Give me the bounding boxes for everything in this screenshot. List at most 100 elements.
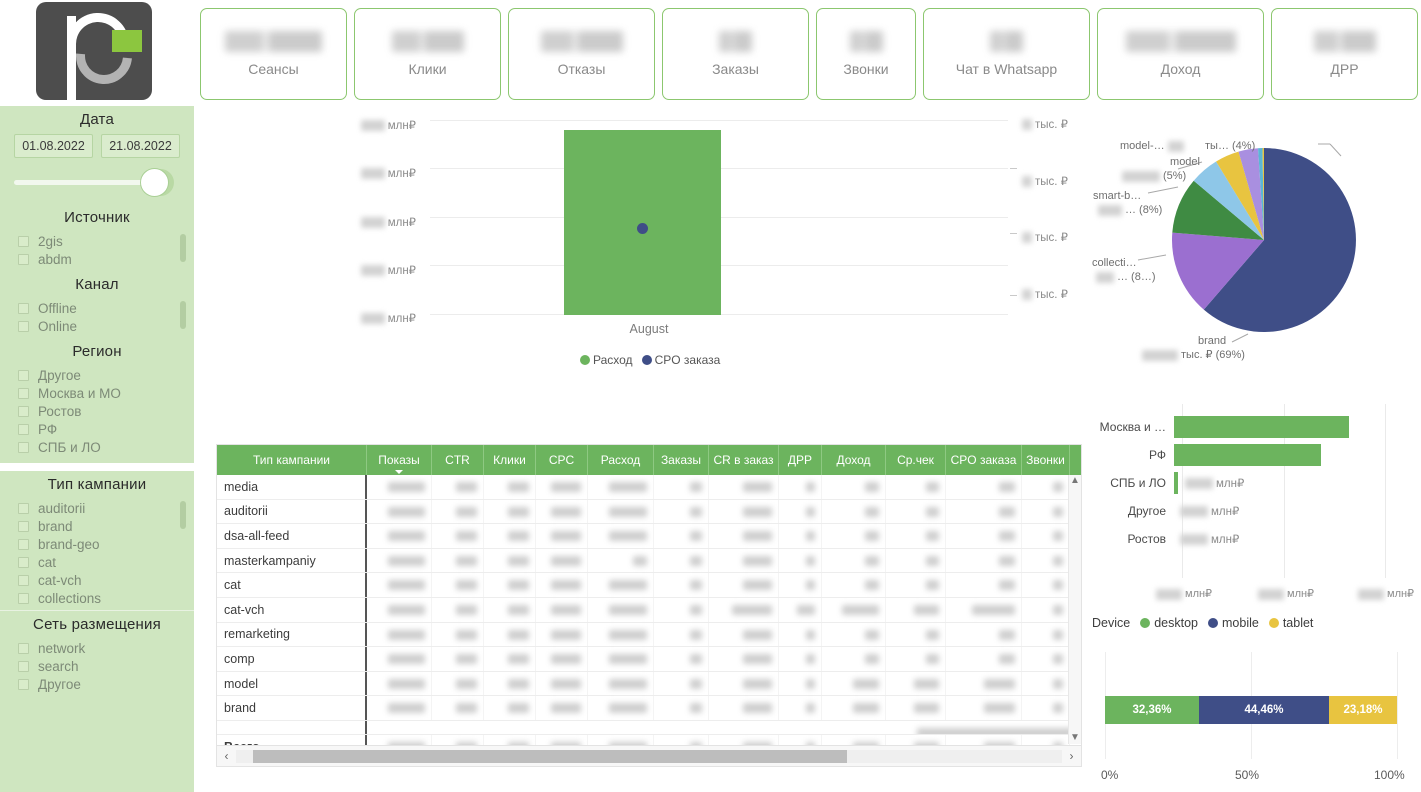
table-horizontal-scrollbar[interactable]: ‹ › — [217, 745, 1081, 766]
table-header-drr[interactable]: ДРР — [779, 445, 822, 475]
device-segment-mobile[interactable]: 44,46% — [1199, 696, 1329, 724]
kpi-card-clicks[interactable]: Клики — [354, 8, 501, 100]
region-bar-row[interactable]: РФ — [1092, 444, 1421, 466]
table-header-ctr[interactable]: CTR — [432, 445, 484, 475]
filter-option-region-4[interactable]: СПБ и ЛО — [0, 438, 194, 456]
kpi-card-bounces[interactable]: Отказы — [508, 8, 655, 100]
filter-option-region-3[interactable]: РФ — [0, 420, 194, 438]
date-to-input[interactable]: 21.08.2022 — [101, 134, 180, 158]
pie-label-collections-value: … (8…) — [1096, 271, 1156, 284]
checkbox-icon[interactable] — [18, 660, 29, 672]
table-header-campaign-type[interactable]: Тип кампании — [217, 445, 367, 475]
table-header-calls[interactable]: Звонки — [1022, 445, 1070, 475]
table-row[interactable]: dsa-all-feed — [217, 524, 1081, 549]
region-bar[interactable] — [1174, 444, 1321, 466]
checkbox-icon[interactable] — [18, 423, 29, 435]
table-row[interactable]: comp — [217, 647, 1081, 672]
kpi-card-sessions[interactable]: Сеансы — [200, 8, 347, 100]
kpi-card-revenue[interactable]: Доход — [1097, 8, 1264, 100]
table-row[interactable]: model — [217, 671, 1081, 697]
filter-option-camptype-2[interactable]: brand-geo — [0, 535, 194, 553]
scroll-left-icon[interactable]: ‹ — [217, 749, 236, 763]
filter-option-camptype-3[interactable]: cat — [0, 553, 194, 571]
checkbox-icon[interactable] — [18, 520, 29, 532]
kpi-card-whatsapp-chat[interactable]: Чат в Whatsapp — [923, 8, 1090, 100]
table-row[interactable]: auditorii — [217, 499, 1081, 525]
table-header-clicks[interactable]: Клики — [484, 445, 536, 475]
checkbox-icon[interactable] — [18, 441, 29, 453]
table-row[interactable]: brand — [217, 696, 1081, 721]
source-list-scrollbar[interactable] — [180, 234, 186, 262]
checkbox-icon[interactable] — [18, 235, 29, 247]
kpi-card-drr[interactable]: ДРР — [1271, 8, 1418, 100]
checkbox-icon[interactable] — [18, 556, 29, 568]
checkbox-icon[interactable] — [18, 642, 29, 654]
filter-option-region-1[interactable]: Москва и МО — [0, 384, 194, 402]
region-bar[interactable] — [1174, 472, 1178, 494]
table-row-partial[interactable] — [217, 720, 1081, 735]
device-segment-tablet[interactable]: 23,18% — [1329, 696, 1397, 724]
filter-option-source-1[interactable]: abdm — [0, 250, 194, 268]
filter-option-camptype-1[interactable]: brand — [0, 517, 194, 535]
checkbox-icon[interactable] — [18, 574, 29, 586]
checkbox-icon[interactable] — [18, 369, 29, 381]
slider-knob[interactable] — [141, 169, 168, 196]
scroll-up-icon[interactable]: ▲ — [1069, 475, 1081, 487]
table-cell-redacted — [536, 573, 588, 597]
region-bar-row[interactable]: Ростов млн₽ — [1092, 528, 1421, 550]
campaign-type-list-scrollbar[interactable] — [180, 501, 186, 529]
checkbox-icon[interactable] — [18, 405, 29, 417]
spend-cpo-combo-chart: млн₽ млн₽ млн₽ млн₽ млн₽ тыс. ₽ тыс. ₽ т… — [204, 108, 1090, 370]
region-bar-row[interactable]: СПБ и ЛО млн₽ — [1092, 472, 1421, 494]
kpi-card-calls[interactable]: Звонки — [816, 8, 916, 100]
table-header-spend[interactable]: Расход — [588, 445, 654, 475]
hscroll-track[interactable] — [236, 749, 1062, 763]
filter-option-camptype-5[interactable]: collections — [0, 589, 194, 607]
table-vertical-scrollbar[interactable]: ▲ ▼ — [1068, 475, 1081, 744]
checkbox-icon[interactable] — [18, 302, 29, 314]
kpi-card-orders[interactable]: Заказы — [662, 8, 809, 100]
checkbox-icon[interactable] — [18, 592, 29, 604]
filter-option-channel-0[interactable]: Offline — [0, 299, 194, 317]
filter-option-source-0[interactable]: 2gis — [0, 232, 194, 250]
filter-option-camptype-4[interactable]: cat-vch — [0, 571, 194, 589]
table-row[interactable]: cat — [217, 573, 1081, 598]
checkbox-icon[interactable] — [18, 502, 29, 514]
table-header-cpo-order[interactable]: CPO заказа — [946, 445, 1022, 475]
scroll-down-icon[interactable]: ▼ — [1069, 732, 1081, 744]
region-bar-row[interactable]: Москва и … — [1092, 416, 1421, 438]
table-header-revenue[interactable]: Доход — [822, 445, 886, 475]
filter-option-network-1[interactable]: search — [0, 657, 194, 675]
table-header-avg-check[interactable]: Ср.чек — [886, 445, 946, 475]
filter-option-network-0[interactable]: network — [0, 639, 194, 657]
filter-option-region-2[interactable]: Ростов — [0, 402, 194, 420]
channel-list-scrollbar[interactable] — [180, 301, 186, 329]
scroll-right-icon[interactable]: › — [1062, 749, 1081, 763]
table-header-impressions[interactable]: Показы — [367, 445, 432, 475]
table-row[interactable]: masterkampaniy — [217, 548, 1081, 574]
hscroll-thumb[interactable] — [252, 749, 848, 763]
filter-option-region-0[interactable]: Другое — [0, 366, 194, 384]
checkbox-icon[interactable] — [18, 253, 29, 265]
region-bar-row[interactable]: Другое млн₽ — [1092, 500, 1421, 522]
checkbox-icon[interactable] — [18, 387, 29, 399]
table-header-orders[interactable]: Заказы — [654, 445, 709, 475]
date-from-input[interactable]: 01.08.2022 — [14, 134, 93, 158]
checkbox-icon[interactable] — [18, 320, 29, 332]
filter-option-channel-1[interactable]: Online — [0, 317, 194, 335]
table-cell-redacted — [432, 499, 484, 524]
region-bar[interactable] — [1174, 416, 1349, 438]
filter-option-camptype-0[interactable]: auditorii — [0, 499, 194, 517]
table-header-cpc[interactable]: CPC — [536, 445, 588, 475]
filter-option-network-2[interactable]: Другое — [0, 675, 194, 693]
table-row[interactable]: media — [217, 475, 1081, 500]
table-header-cr-order[interactable]: CR в заказ — [709, 445, 779, 475]
table-row[interactable]: remarketing — [217, 622, 1081, 648]
checkbox-icon[interactable] — [18, 538, 29, 550]
datapoint-cpo-zakaza[interactable] — [637, 223, 648, 234]
checkbox-icon[interactable] — [18, 678, 29, 690]
table-row[interactable]: cat-vch — [217, 597, 1081, 623]
date-range-slider[interactable] — [14, 166, 180, 200]
table-cell-redacted — [367, 475, 432, 499]
device-segment-desktop[interactable]: 32,36% — [1105, 696, 1199, 724]
